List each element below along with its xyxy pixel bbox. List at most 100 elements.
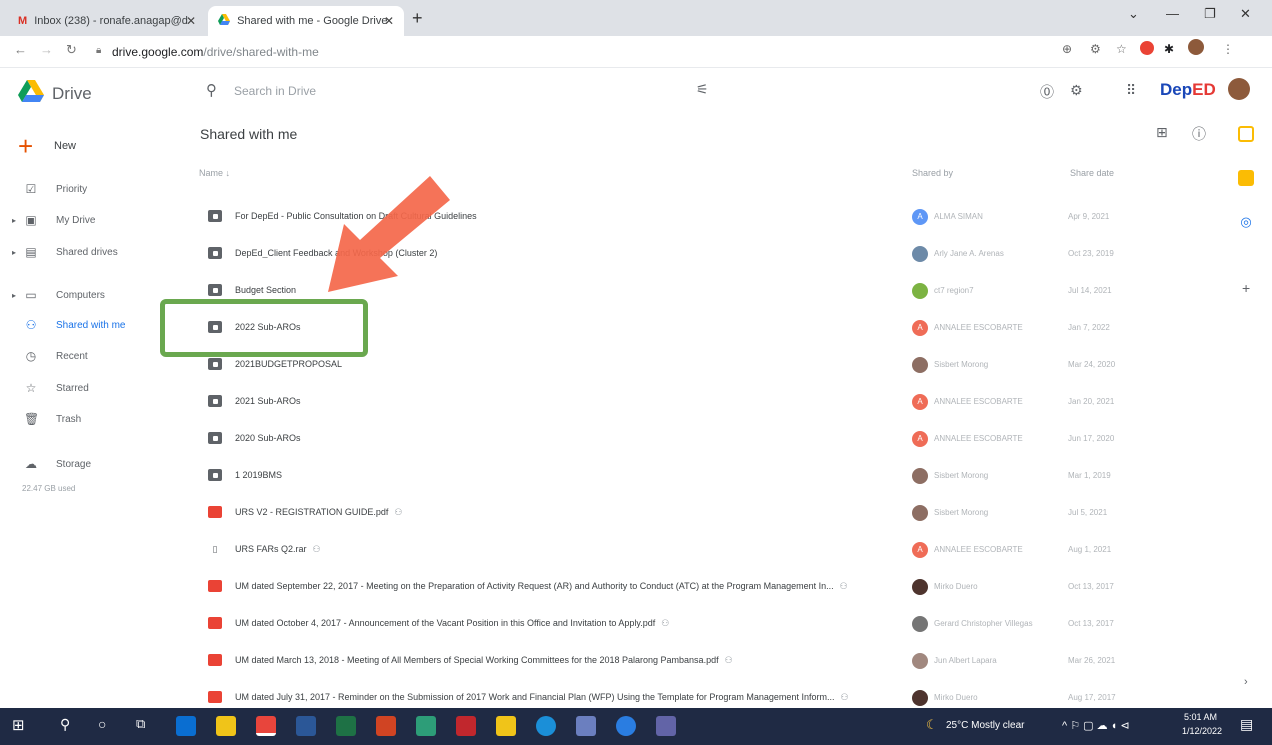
- app-icon[interactable]: [416, 716, 436, 736]
- grid-view-icon[interactable]: ⊞: [1156, 124, 1168, 141]
- archive-file-icon: ▯: [212, 544, 218, 554]
- pdf-file-icon: [208, 580, 222, 592]
- owner-name: Arly Jane A. Arenas: [934, 249, 1004, 258]
- folder-icon[interactable]: [496, 716, 516, 736]
- info-icon[interactable]: ⓘ: [1192, 124, 1206, 144]
- word-icon[interactable]: [296, 716, 316, 736]
- file-name-text: 2021 Sub-AROs: [235, 396, 301, 406]
- profile-avatar[interactable]: [1188, 39, 1204, 55]
- file-name[interactable]: 1 2019BMS: [235, 470, 282, 480]
- caret-right-icon[interactable]: ▸: [12, 291, 16, 300]
- chevron-right-icon[interactable]: ›: [1244, 676, 1248, 688]
- bookmark-star-icon[interactable]: ☆: [1116, 42, 1127, 56]
- tab-gmail[interactable]: M Inbox (238) - ronafe.anagap@d: [8, 6, 204, 36]
- table-row[interactable]: UM dated September 22, 2017 - Meeting on…: [200, 569, 1140, 605]
- zoom-app-icon[interactable]: [616, 716, 636, 736]
- close-window-icon[interactable]: ✕: [1240, 6, 1251, 22]
- file-name[interactable]: Budget Section: [235, 285, 296, 295]
- new-button[interactable]: + New: [18, 133, 76, 159]
- tab-search-icon[interactable]: ⌄: [1128, 6, 1139, 22]
- search-input[interactable]: Search in Drive: [234, 84, 316, 98]
- task-view-icon[interactable]: ⧉: [136, 716, 145, 732]
- edge-icon[interactable]: [536, 716, 556, 736]
- acrobat-icon[interactable]: [456, 716, 476, 736]
- minimize-icon[interactable]: —: [1166, 6, 1179, 21]
- file-name-text: 2020 Sub-AROs: [235, 433, 301, 443]
- table-row[interactable]: UM dated October 4, 2017 - Announcement …: [200, 606, 1140, 642]
- caret-right-icon[interactable]: ▸: [12, 216, 16, 225]
- file-name[interactable]: UM dated March 13, 2018 - Meeting of All…: [235, 655, 733, 666]
- tray-icons[interactable]: ^ ⚐ ▢ ☁ ◖ ⊲: [1062, 719, 1130, 732]
- excel-icon[interactable]: [336, 716, 356, 736]
- keep-icon[interactable]: [1238, 126, 1254, 142]
- pdf-file-icon: [208, 506, 222, 518]
- table-row[interactable]: 2020 Sub-AROs A ANNALEE ESCOBARTE Jun 17, 2…: [200, 421, 1140, 457]
- table-row[interactable]: UM dated March 13, 2018 - Meeting of All…: [200, 643, 1140, 679]
- extension-icon[interactable]: [1140, 41, 1154, 55]
- reload-icon[interactable]: ↻: [66, 42, 77, 58]
- table-row[interactable]: 2021 Sub-AROs A ANNALEE ESCOBARTE Jan 20, 2…: [200, 384, 1140, 420]
- file-name-text: URS V2 - REGISTRATION GUIDE.pdf: [235, 507, 389, 517]
- file-name[interactable]: UM dated September 22, 2017 - Meeting on…: [235, 581, 848, 592]
- notes-icon[interactable]: [1238, 170, 1254, 186]
- search-bar[interactable]: ⚲ Search in Drive ⚟: [198, 76, 718, 106]
- new-tab-icon[interactable]: +: [412, 8, 423, 29]
- file-name[interactable]: URS FARs Q2.rar ⚇: [235, 544, 321, 555]
- shared-folder-icon: [208, 469, 222, 481]
- file-name[interactable]: UM dated October 4, 2017 - Announcement …: [235, 618, 669, 629]
- tab-drive[interactable]: Shared with me - Google Drive: [208, 6, 404, 36]
- account-avatar[interactable]: [1228, 78, 1250, 100]
- table-row[interactable]: ▯ URS FARs Q2.rar ⚇ A ANNALEE ESCOBARTE Aug 1…: [200, 532, 1140, 568]
- search-icon[interactable]: ⚲: [206, 81, 217, 99]
- settings-icon[interactable]: ⚙: [1070, 82, 1083, 99]
- clock-date[interactable]: 1/12/2022: [1182, 726, 1222, 736]
- share-date: Jun 17, 2020: [1068, 434, 1115, 443]
- drive-logo-icon[interactable]: [18, 80, 44, 102]
- forward-icon[interactable]: →: [40, 42, 53, 57]
- windows-start-icon[interactable]: ⊞: [12, 716, 25, 734]
- back-icon[interactable]: ←: [14, 42, 27, 57]
- search-options-icon[interactable]: ⚟: [696, 81, 709, 98]
- store-icon[interactable]: [176, 716, 196, 736]
- tasks-icon[interactable]: ◎: [1238, 214, 1254, 230]
- teams-icon[interactable]: [656, 716, 676, 736]
- share-icon[interactable]: ⚙: [1090, 42, 1101, 56]
- apps-grid-icon[interactable]: ⠿: [1126, 82, 1136, 99]
- trash-icon: 🗑︎: [24, 412, 40, 426]
- powerpoint-icon[interactable]: [376, 716, 396, 736]
- calculator-icon[interactable]: [576, 716, 596, 736]
- url-field[interactable]: drive.google.com/drive/shared-with-me: [112, 45, 319, 59]
- close-icon[interactable]: ✕: [186, 14, 196, 28]
- table-row[interactable]: URS V2 - REGISTRATION GUIDE.pdf ⚇ Sisbert …: [200, 495, 1140, 531]
- drive-app-name[interactable]: Drive: [52, 84, 92, 104]
- annotation-arrow: [328, 176, 450, 292]
- column-header-shared-by: Shared by: [912, 168, 954, 178]
- file-name[interactable]: URS V2 - REGISTRATION GUIDE.pdf ⚇: [235, 507, 402, 518]
- search-icon[interactable]: ⚲: [60, 716, 70, 733]
- add-addon-icon[interactable]: +: [1242, 280, 1250, 296]
- table-row[interactable]: 1 2019BMS Sisbert Morong Mar 1, 2019: [200, 458, 1140, 494]
- caret-right-icon[interactable]: ▸: [12, 248, 16, 257]
- notifications-icon[interactable]: ▤: [1240, 716, 1253, 733]
- owner-name: ANNALEE ESCOBARTE: [934, 397, 1023, 406]
- file-name[interactable]: 2021BUDGETPROPOSAL: [235, 359, 342, 369]
- file-explorer-icon[interactable]: [216, 716, 236, 736]
- file-name[interactable]: 2020 Sub-AROs: [235, 433, 301, 443]
- brand-part2: ED: [1192, 80, 1216, 99]
- avatar: [912, 468, 928, 484]
- file-name-text: UM dated July 31, 2017 - Reminder on the…: [235, 692, 835, 702]
- weather-text[interactable]: 25°C Mostly clear: [946, 720, 1024, 731]
- cortana-icon[interactable]: ○: [98, 716, 106, 732]
- extensions-puzzle-icon[interactable]: ✱: [1164, 42, 1174, 56]
- column-header-name[interactable]: Name ↓: [199, 168, 230, 178]
- help-icon[interactable]: ⓪: [1040, 82, 1054, 102]
- close-icon[interactable]: ✕: [384, 14, 394, 28]
- more-menu-icon[interactable]: ⋮: [1222, 42, 1234, 56]
- file-name[interactable]: UM dated July 31, 2017 - Reminder on the…: [235, 692, 849, 703]
- zoom-icon[interactable]: ⊕: [1062, 42, 1072, 56]
- shared-people-icon: ⚇: [724, 655, 733, 665]
- chrome-icon[interactable]: [256, 716, 276, 736]
- restore-icon[interactable]: ❐: [1204, 6, 1216, 22]
- clock-time[interactable]: 5:01 AM: [1184, 712, 1217, 722]
- file-name[interactable]: 2021 Sub-AROs: [235, 396, 301, 406]
